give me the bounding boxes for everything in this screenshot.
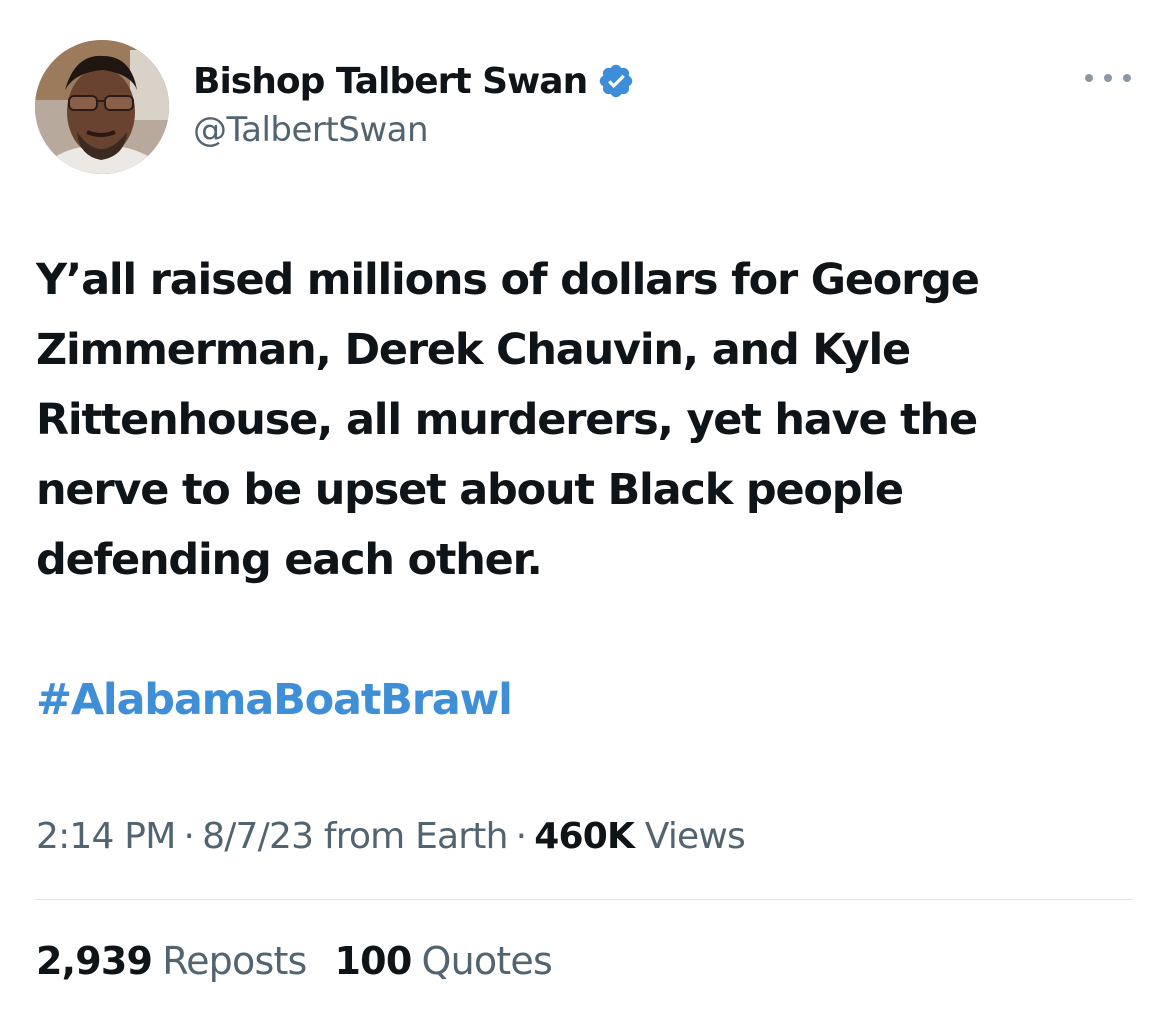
divider <box>36 899 1133 900</box>
more-dot-icon <box>1123 74 1131 82</box>
reposts-label: Reposts <box>162 939 307 983</box>
tweet-card: Bishop Talbert Swan @TalbertSwan Y’all r… <box>0 0 1169 1023</box>
tweet-text: Y’all raised millions of dollars for Geo… <box>36 255 980 585</box>
tweet-time[interactable]: 2:14 PM <box>36 816 176 857</box>
quotes-label: Quotes <box>421 939 552 983</box>
tweet-stats: 2,939 Reposts 100 Quotes <box>36 936 553 986</box>
author-display-name[interactable]: Bishop Talbert Swan <box>193 61 588 102</box>
author-name-row: Bishop Talbert Swan <box>193 56 635 106</box>
meta-separator-2: · <box>515 816 527 857</box>
more-dot-icon <box>1085 74 1093 82</box>
reposts-stat[interactable]: 2,939 Reposts <box>36 936 307 986</box>
tweet-date[interactable]: 8/7/23 <box>202 816 314 857</box>
avatar-photo <box>35 40 169 174</box>
meta-separator: · <box>183 816 195 857</box>
tweet-source: Earth <box>415 816 508 857</box>
quotes-stat[interactable]: 100 Quotes <box>334 936 553 986</box>
source-prefix: from <box>323 816 405 857</box>
reposts-count: 2,939 <box>36 939 153 983</box>
hashtag-link[interactable]: #AlabamaBoatBrawl <box>36 665 513 735</box>
avatar[interactable] <box>35 40 169 174</box>
more-options-icon[interactable] <box>1085 60 1131 96</box>
author-handle[interactable]: @TalbertSwan <box>193 110 429 150</box>
views-label: Views <box>644 816 746 857</box>
more-dot-icon <box>1104 74 1112 82</box>
tweet-meta: 2:14 PM · 8/7/23 from Earth · 460K Views <box>36 812 746 862</box>
views-count: 460K <box>534 816 635 857</box>
quotes-count: 100 <box>334 939 413 983</box>
verified-badge-icon[interactable] <box>597 62 635 100</box>
